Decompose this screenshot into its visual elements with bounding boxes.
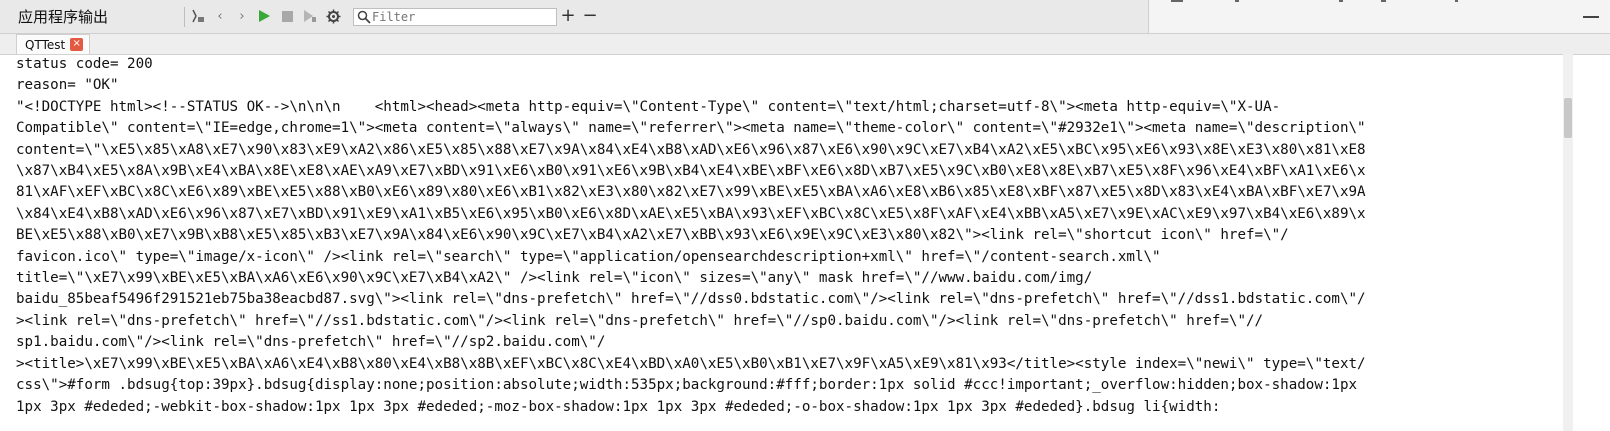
- output-line: ><title>\xE7\x99\xBE\xE5\xBA\xA6\xE4\xB8…: [16, 355, 1366, 372]
- output-line: 1px 3px #ededed;-webkit-box-shadow:1px 1…: [16, 398, 1221, 415]
- tab-qttest[interactable]: QTTest ×: [16, 34, 91, 54]
- stop-icon[interactable]: [278, 7, 296, 25]
- rerun-icon[interactable]: [255, 7, 273, 25]
- close-tab-icon[interactable]: ×: [70, 38, 84, 51]
- settings-gear-icon[interactable]: [324, 7, 342, 25]
- output-line: BE\xE5\x88\xB0\xE7\x9B\xB8\xE5\x85\xB3\x…: [16, 227, 1289, 244]
- filter-field[interactable]: [353, 8, 557, 26]
- next-item-icon[interactable]: ›: [233, 7, 251, 25]
- output-panel-titlebar: 应用程序输出 ‹ › + −: [0, 0, 1610, 34]
- tab-label: QTTest: [25, 37, 66, 52]
- output-line: sp1.baidu.com\"/><link rel=\"dns-prefetc…: [16, 334, 606, 351]
- output-line: title=\"\xE7\x99\xBE\xE5\xBA\xA6\xE6\x90…: [16, 270, 1093, 287]
- previous-item-icon[interactable]: ‹: [211, 7, 229, 25]
- output-line: baidu_85beaf5496f291521eb75ba38eacbd87.s…: [16, 291, 1366, 308]
- output-line: 81\xAF\xEF\xBC\x8C\xE6\x89\xBE\xE5\x88\x…: [16, 184, 1366, 201]
- output-line: \x87\xB4\xE5\x8A\x9B\xE4\xBA\x8E\xE8\xAE…: [16, 163, 1366, 180]
- scrollbar-thumb[interactable]: [1564, 98, 1572, 138]
- search-icon: [357, 10, 371, 24]
- output-line: "<!DOCTYPE html><!--STATUS OK-->\n\n\n <…: [16, 98, 1281, 115]
- output-line: \x84\xE4\xB8\xAD\xE6\x96\x87\xE7\xBD\x91…: [16, 205, 1366, 222]
- filter-input[interactable]: [372, 9, 554, 25]
- clean-output-icon[interactable]: [189, 7, 207, 25]
- editor-area-strip: [1148, 0, 1610, 33]
- panel-title: 应用程序输出: [18, 8, 109, 26]
- zoom-in-button[interactable]: +: [559, 6, 577, 26]
- editor-text-fragment: [1171, 0, 1458, 2]
- minimize-pane-icon[interactable]: [1583, 16, 1599, 18]
- output-line: css\">#form .bdsug{top:39px}.bdsug{displ…: [16, 377, 1358, 394]
- attach-debugger-icon[interactable]: [301, 7, 319, 25]
- output-line: favicon.ico\" type=\"image/x-icon\" /><l…: [16, 248, 1161, 265]
- output-tabs: QTTest ×: [0, 34, 1610, 55]
- output-line: content=\"\xE5\x85\xA8\xE7\x90\x83\xE9\x…: [16, 141, 1366, 158]
- toolbar-separator: [184, 7, 185, 27]
- output-line: reason= "OK": [16, 77, 119, 94]
- application-output-text[interactable]: status code= 200 reason= "OK" "<!DOCTYPE…: [16, 54, 1556, 431]
- zoom-out-button[interactable]: −: [581, 6, 599, 26]
- output-line: status code= 200: [16, 56, 153, 72]
- output-line: ><link rel=\"dns-prefetch\" href=\"//ss1…: [16, 312, 1264, 329]
- vertical-scrollbar[interactable]: [1563, 54, 1573, 431]
- output-line: Compatible\" content=\"IE=edge,chrome=1\…: [16, 120, 1366, 137]
